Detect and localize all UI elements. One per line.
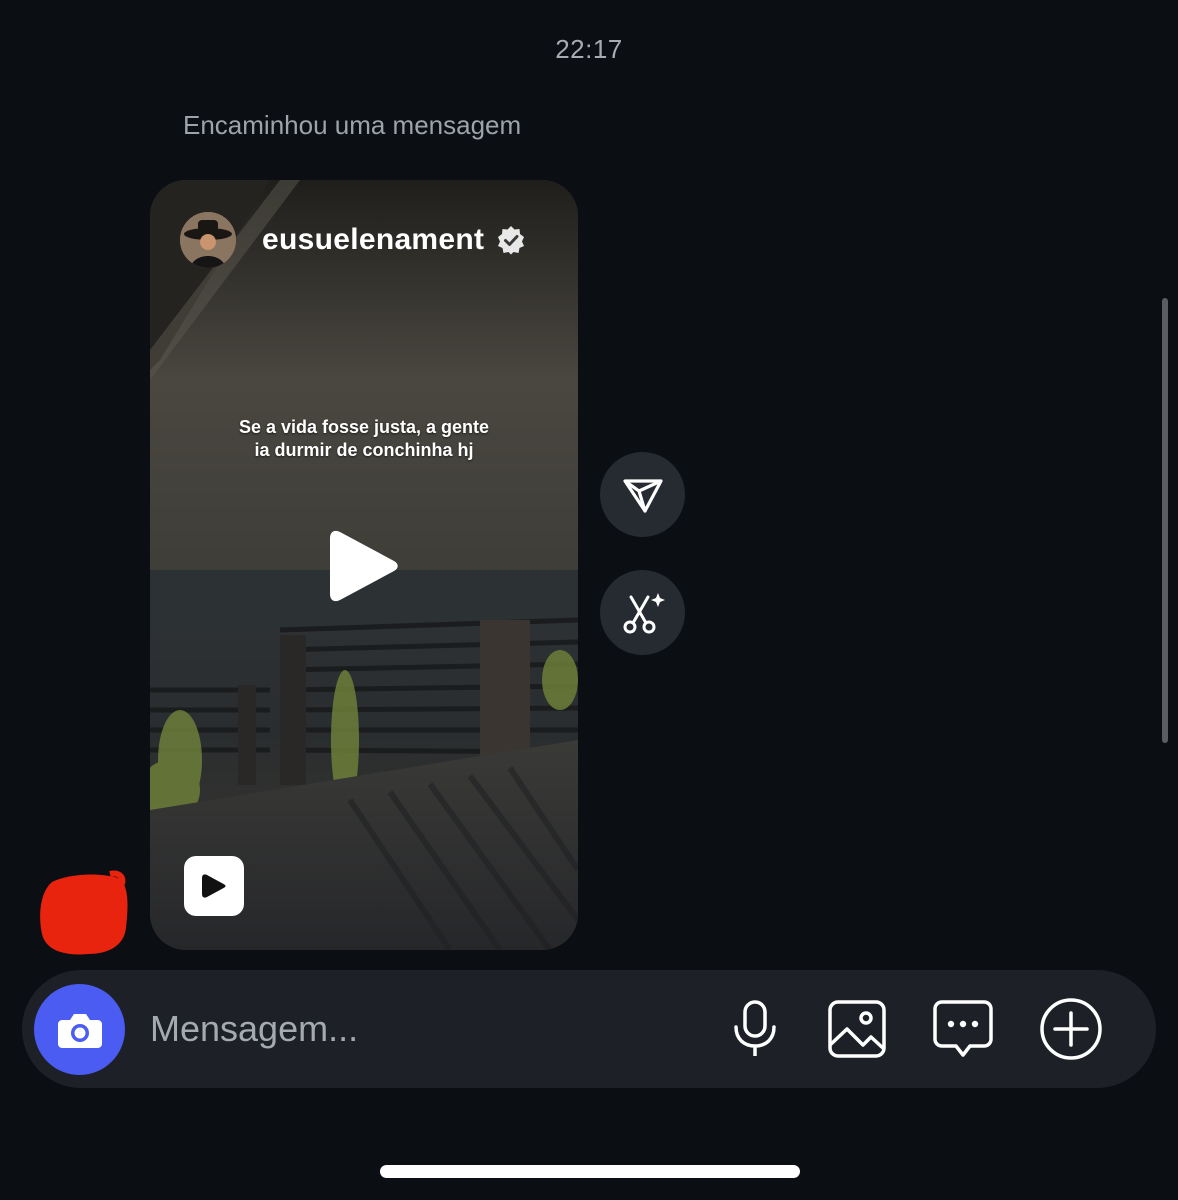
play-icon[interactable] (328, 526, 400, 606)
image-icon (828, 1000, 886, 1058)
forwarded-label: Encaminhou uma mensagem (183, 110, 522, 140)
gallery-button[interactable] (824, 996, 890, 1062)
scrollbar[interactable] (1162, 298, 1168, 743)
scissors-sparkle-icon (623, 592, 665, 633)
microphone-button[interactable] (722, 996, 788, 1062)
share-button[interactable] (600, 452, 685, 537)
microphone-icon (734, 1000, 776, 1056)
send-icon (622, 478, 663, 513)
chat-screen: 22:17 Encaminhou uma mensagem eusuelenam… (0, 0, 1178, 1200)
more-button[interactable] (1038, 996, 1104, 1062)
camera-button[interactable] (34, 984, 125, 1075)
remix-button[interactable] (600, 570, 685, 655)
reel-author[interactable]: eusuelenament (180, 212, 526, 268)
sticker-button[interactable] (930, 996, 996, 1062)
plus-circle-icon (1040, 998, 1102, 1060)
message-composer (22, 970, 1156, 1088)
reels-icon (184, 856, 244, 916)
author-avatar[interactable] (180, 212, 236, 268)
caption-line-2: ia durmir de conchinha hj (254, 440, 474, 460)
chat-bubble-icon (933, 1000, 993, 1057)
home-indicator[interactable] (380, 1165, 800, 1178)
camera-icon (57, 1013, 102, 1048)
message-timestamp: 22:17 (555, 34, 623, 64)
caption-line-1: Se a vida fosse justa, a gente (238, 417, 490, 437)
author-username[interactable]: eusuelenament (262, 223, 484, 257)
message-input[interactable] (150, 1004, 710, 1054)
reel-caption: Se a vida fosse justa, a gente ia durmir… (150, 416, 578, 462)
redacted-avatar (40, 870, 128, 955)
reel-preview-card[interactable]: eusuelenament Se a vida fosse justa, a g… (150, 180, 578, 950)
verified-badge-icon (498, 226, 525, 255)
